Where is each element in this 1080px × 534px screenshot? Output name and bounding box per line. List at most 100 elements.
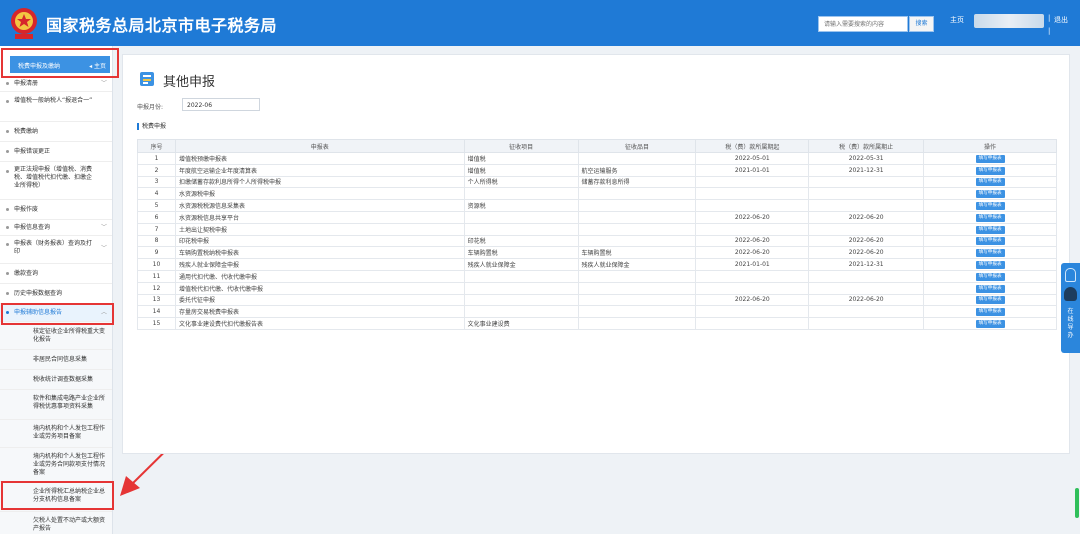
online-guide-panel[interactable]: 在线导办 [1061,263,1080,353]
search-input[interactable] [818,16,908,32]
sidebar-item-report-print[interactable]: 申报表（财务报表）查询及打印 ﹀ [0,236,112,264]
fill-form-button[interactable]: 填写申报表 [975,202,1005,211]
fill-form-button[interactable]: 填写申报表 [975,154,1005,163]
levy-subitem-cell: 储蓄存款利息所得 [577,175,697,189]
row-number: 9 [137,246,176,260]
sub-item-software-ic[interactable]: 软件和集成电路产业企业所得税优惠事项资料采集 [0,390,112,420]
fill-form-button[interactable]: 填写申报表 [975,190,1005,199]
fill-form-button[interactable]: 填写申报表 [975,272,1005,281]
sub-item-core-levy-report[interactable]: 核定征收企业所得税重大变化报告 [0,322,112,350]
top-header: 国家税务总局北京市电子税务局 搜索 主页 | 退出 | [0,0,1080,46]
period-start-cell: 2022-06-20 [695,210,810,224]
customer-service-icon [1065,268,1076,282]
column-header: 税（费）款所属期起 [695,139,810,153]
fill-form-button[interactable]: 填写申报表 [975,249,1005,258]
sidebar-item-label: 申报信息查询 [14,224,51,231]
fill-form-button[interactable]: 填写申报表 [975,166,1005,175]
levy-subitem-cell [577,222,697,236]
period-end-cell: 2021-12-31 [808,258,925,271]
sidebar-item-tax-payment[interactable]: 税费缴纳 [0,122,112,142]
form-name-cell: 车辆购置税纳税申报表 [174,246,465,260]
bullet-icon [6,208,9,211]
sub-item-statistics-survey[interactable]: 税收统计调查数据采集 [0,370,112,390]
levy-item-cell: 残疾人就业保障金 [463,258,579,271]
row-number: 5 [137,199,176,212]
fill-form-button[interactable]: 填写申报表 [975,178,1005,187]
column-header: 税（费）款所属期止 [808,139,925,153]
table-row: 12 增值税代扣代缴、代收代缴申报 填写申报表 [137,281,1057,295]
levy-item-cell [463,305,579,319]
home-link[interactable]: 主页 [950,15,964,25]
chevron-down-icon: ﹀ [100,80,107,87]
levy-subitem-cell [577,234,697,248]
period-start-cell [695,305,810,319]
row-number: 1 [137,152,176,165]
column-header: 操作 [923,139,1057,153]
table-row: 13 委托代征申报 2022-06-20 2022-06-20 填写申报表 [137,293,1057,307]
action-cell: 填写申报表 [923,293,1057,307]
levy-item-cell [463,210,579,224]
fill-form-button[interactable]: 填写申报表 [975,225,1005,234]
sub-item-label: 欠税人处置不动产或大额资产报告 [33,517,106,532]
levy-subitem-cell [577,187,697,201]
period-end-cell [808,222,925,236]
period-start-cell [695,281,810,295]
sub-item-contract-payment[interactable]: 境内机构和个人发包工程作业或劳务合同款项支付情况备案 [0,448,112,482]
sidebar-item-declaration-list[interactable]: 申报清册 ﹀ [0,76,112,92]
action-cell: 填写申报表 [923,175,1057,189]
sidebar-item-info-query[interactable]: 申报信息查询 ﹀ [0,220,112,236]
fill-form-button[interactable]: 填写申报表 [975,284,1005,293]
table-row: 4 水资源税申报 填写申报表 [137,187,1057,201]
column-header: 征收品目 [577,139,697,153]
logout-link[interactable]: 退出 [1054,15,1068,25]
fill-form-button[interactable]: 填写申报表 [975,261,1005,270]
levy-subitem-cell: 车辆购置税 [577,246,697,260]
sidebar-item-history-query[interactable]: 历史申报数据查询 [0,284,112,304]
bullet-icon [6,272,9,275]
levy-item-cell [463,281,579,295]
sidebar-item-error-correction[interactable]: 申报错误更正 [0,142,112,162]
levy-subitem-cell [577,281,697,295]
sub-item-engineering-filing[interactable]: 境内机构和个人发包工程作业或劳务项目备案 [0,420,112,448]
sub-item-arrears-asset[interactable]: 欠税人处置不动产或大额资产报告 [0,512,112,534]
action-cell: 填写申报表 [923,317,1057,330]
scroll-indicator[interactable] [1075,488,1079,518]
form-name-cell: 残疾人就业保障金申报 [174,258,465,271]
fill-form-button[interactable]: 填写申报表 [975,320,1005,329]
period-end-cell: 2022-06-20 [808,293,925,307]
period-start-cell [695,222,810,236]
sub-item-nonresident-contract[interactable]: 非居民合同信息采集 [0,350,112,370]
levy-item-cell: 文化事业建设费 [463,317,579,330]
sidebar-item-label: 申报表（财务报表）查询及打印 [14,240,93,255]
fill-form-button[interactable]: 填写申报表 [975,213,1005,222]
sidebar-item-regulation-correction[interactable]: 更正法规申报（增值税、消费税、增值税代扣代缴、扣缴企业所得税） [0,162,112,200]
period-end-cell: 2022-06-20 [808,234,925,248]
bullet-icon [6,150,9,153]
table-row: 14 存量房交易税费申报表 填写申报表 [137,305,1057,319]
sidebar-item-void[interactable]: 申报作废 [0,200,112,220]
table-row: 5 水资源税税源信息采集表 资源税 填写申报表 [137,199,1057,212]
sidebar-item-vat-general[interactable]: 增值税一般纳税人“报退合一” [0,92,112,122]
site-title: 国家税务总局北京市电子税务局 [46,16,278,35]
fill-form-button[interactable]: 填写申报表 [975,237,1005,246]
form-name-cell: 水资源税税源信息采集表 [174,199,465,212]
chevron-down-icon: ﹀ [100,245,107,252]
fill-form-button[interactable]: 填写申报表 [975,308,1005,317]
levy-subitem-cell: 残疾人就业保障金 [577,258,697,271]
levy-item-cell: 车辆购置税 [463,246,579,260]
table-row: 3 扣缴储蓄存款利息所得个人所得税申报 个人所得税 储蓄存款利息所得 填写申报表 [137,175,1057,189]
period-input[interactable]: 2022-06 [182,98,260,111]
table-row: 11 通用代扣代缴、代收代缴申报 填写申报表 [137,269,1057,283]
row-number: 4 [137,187,176,201]
bullet-icon [6,243,9,246]
sidebar-item-label: 更正法规申报（增值税、消费税、增值税代扣代缴、扣缴企业所得税） [14,166,93,189]
search-button[interactable]: 搜索 [909,16,934,32]
period-end-cell: 2021-12-31 [808,163,925,177]
levy-subitem-cell [577,293,697,307]
action-cell: 填写申报表 [923,234,1057,248]
fill-form-button[interactable]: 填写申报表 [975,296,1005,305]
highlight-box-branch-filing [1,481,114,510]
period-end-cell: 2022-06-20 [808,210,925,224]
sub-item-label: 税收统计调查数据采集 [33,376,94,383]
sidebar-item-payment-query[interactable]: 缴款查询 [0,264,112,284]
